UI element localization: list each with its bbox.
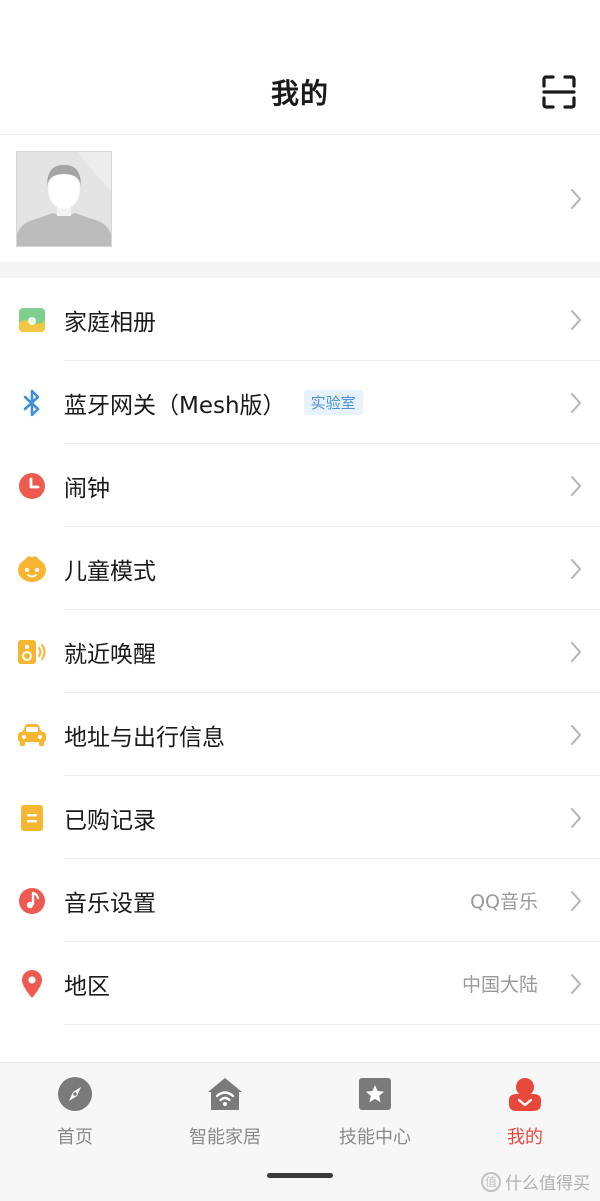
menu-item-label: 就近唤醒 xyxy=(64,641,156,668)
tab-label: 首页 xyxy=(57,1127,93,1148)
menu-item-value: QQ音乐 xyxy=(470,891,538,913)
page-header: 我的 xyxy=(0,50,600,135)
menu-item-label: 闹钟 xyxy=(64,475,110,502)
user-icon xyxy=(506,1075,544,1113)
tab-label: 技能中心 xyxy=(339,1127,411,1148)
tab-label: 我的 xyxy=(507,1127,543,1148)
menu-item-alarm[interactable]: 闹钟 xyxy=(0,444,600,527)
bottom-tab-bar: 首页 智能家居 技能中心 我的 值 什么值得买 xyxy=(0,1062,600,1201)
tab-skills[interactable]: 技能中心 xyxy=(300,1063,450,1163)
chevron-right-icon xyxy=(571,475,581,496)
menu-item-kids-mode[interactable]: 儿童模式 xyxy=(0,527,600,610)
menu-item-family-album[interactable]: 家庭相册 xyxy=(0,278,600,361)
menu-item-label: 地址与出行信息 xyxy=(64,724,225,751)
chevron-right-icon xyxy=(571,890,581,911)
avatar[interactable] xyxy=(16,150,112,247)
menu-item-label: 已购记录 xyxy=(64,807,156,834)
home-indicator[interactable] xyxy=(267,1173,333,1178)
menu-item-purchases[interactable]: 已购记录 xyxy=(0,776,600,859)
status-bar xyxy=(0,0,600,50)
car-icon xyxy=(17,720,47,750)
watermark-text: 什么值得买 xyxy=(505,1174,590,1194)
speaker-icon xyxy=(17,637,47,667)
menu-item-value: 中国大陆 xyxy=(461,974,538,996)
alarm-clock-icon xyxy=(17,471,47,501)
chevron-right-icon xyxy=(571,558,581,579)
chevron-right-icon xyxy=(571,392,581,413)
profile-row[interactable] xyxy=(0,135,600,262)
menu-item-region[interactable]: 地区 中国大陆 xyxy=(0,942,600,1025)
chevron-right-icon xyxy=(571,641,581,662)
divider xyxy=(64,1024,600,1025)
lab-badge: 实验室 xyxy=(303,390,363,415)
section-gap xyxy=(0,262,600,278)
chevron-right-icon xyxy=(571,188,581,209)
menu-item-label: 儿童模式 xyxy=(64,558,156,585)
compass-icon xyxy=(56,1075,94,1113)
menu-item-music-settings[interactable]: 音乐设置 QQ音乐 xyxy=(0,859,600,942)
menu-item-bluetooth-gateway[interactable]: 蓝牙网关（Mesh版） 实验室 xyxy=(0,361,600,444)
chevron-right-icon xyxy=(571,973,581,994)
menu-item-label: 家庭相册 xyxy=(64,309,156,336)
music-note-icon xyxy=(17,886,47,916)
watermark-logo-icon: 值 xyxy=(481,1171,501,1192)
menu-item-address-travel[interactable]: 地址与出行信息 xyxy=(0,693,600,776)
wifi-house-icon xyxy=(206,1075,244,1113)
star-box-icon xyxy=(356,1075,394,1113)
menu-item-nearby-wake[interactable]: 就近唤醒 xyxy=(0,610,600,693)
default-avatar-icon xyxy=(17,151,111,246)
tab-home[interactable]: 首页 xyxy=(0,1063,150,1163)
tab-mine[interactable]: 我的 xyxy=(450,1063,600,1163)
settings-list: 家庭相册 蓝牙网关（Mesh版） 实验室 闹钟 儿童模式 就近唤醒 地址与出行信… xyxy=(0,278,600,1025)
bluetooth-icon xyxy=(17,388,47,418)
menu-item-label: 蓝牙网关（Mesh版） xyxy=(64,392,286,419)
album-icon xyxy=(17,305,47,335)
chevron-right-icon xyxy=(571,309,581,330)
tab-smart-home[interactable]: 智能家居 xyxy=(150,1063,300,1163)
kid-face-icon xyxy=(17,554,47,584)
page-title: 我的 xyxy=(270,77,329,110)
chevron-right-icon xyxy=(571,807,581,828)
location-pin-icon xyxy=(17,969,47,999)
menu-item-label: 地区 xyxy=(64,973,110,1000)
record-icon xyxy=(17,803,47,833)
menu-item-label: 音乐设置 xyxy=(64,890,156,917)
scan-icon[interactable] xyxy=(542,75,576,109)
tab-label: 智能家居 xyxy=(189,1127,261,1148)
watermark: 值 什么值得买 xyxy=(481,1169,590,1194)
chevron-right-icon xyxy=(571,724,581,745)
